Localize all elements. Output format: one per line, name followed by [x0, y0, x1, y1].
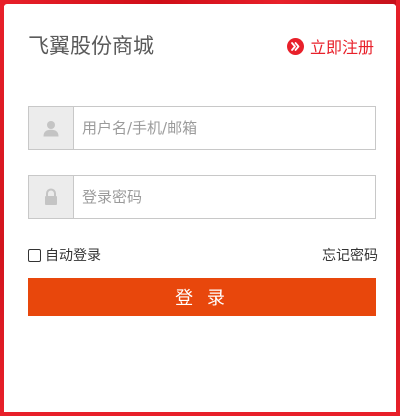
login-button[interactable]: 登 录: [28, 278, 376, 316]
password-field: [28, 175, 376, 219]
remember-label: 自动登录: [45, 248, 101, 264]
password-icon-box: [29, 176, 74, 218]
register-link[interactable]: 立即注册: [287, 34, 374, 58]
remember-me[interactable]: 自动登录: [28, 245, 101, 265]
user-icon: [43, 121, 59, 137]
login-panel: 飞翼股份商城 立即注册 自动登录 忘记密: [4, 4, 396, 412]
username-icon-box: [29, 107, 74, 149]
username-input[interactable]: [74, 107, 375, 149]
frame-bottom-border: [0, 412, 400, 416]
password-input[interactable]: [74, 176, 375, 218]
register-label: 立即注册: [310, 38, 375, 57]
chevron-right-circle-icon: [287, 37, 304, 55]
remember-checkbox[interactable]: [28, 248, 41, 262]
lock-icon: [45, 188, 57, 205]
frame-right-border: [396, 0, 400, 416]
username-field: [28, 106, 376, 150]
page-title: 飞翼股份商城: [28, 34, 154, 58]
forgot-password-link[interactable]: 忘记密码: [322, 245, 378, 265]
